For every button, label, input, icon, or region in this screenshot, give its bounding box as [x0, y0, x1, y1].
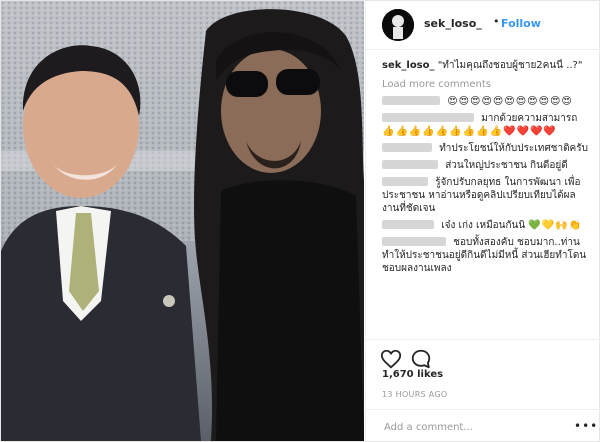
comment-item: ชอบทั้งสองคับ ชอบมาก..ท่านทำให้ประชาชนอย… — [382, 236, 588, 275]
comment-text: ทำประโยชน์ให้กับประเทศชาติครับ — [439, 143, 588, 154]
redacted-username — [382, 237, 446, 246]
post-header: sek_loso_ • Follow — [366, 1, 600, 50]
redacted-username — [382, 113, 474, 122]
load-more-comments-link[interactable]: Load more comments — [382, 78, 588, 91]
comment-item: มากด้วยความสามารถ 👍👍👍👍👍👍👍👍👍❤️❤️❤️❤️ — [382, 112, 588, 138]
comment-button[interactable] — [410, 348, 432, 370]
redacted-username — [382, 160, 438, 169]
comment-emoji: 💚💛🙌👏 — [528, 220, 583, 231]
caption-username[interactable]: sek_loso_ — [382, 60, 435, 71]
comment-item: ส่วนใหญ่ประชาชน กินดีอยู่ดี — [382, 159, 588, 172]
comment-emoji: 👍👍👍👍👍👍👍👍👍❤️❤️❤️❤️ — [382, 126, 557, 137]
comment-text: ส่วนใหญ่ประชาชน กินดีอยู่ดี — [445, 160, 568, 171]
comment-item: เจ๋ง เก่ง เหมือนกันนิ 💚💛🙌👏 — [382, 219, 588, 232]
comment-item: 😍😍😍😍😍😍😍😍😍😍😍 — [382, 95, 588, 108]
instagram-post: sek_loso_ • Follow sek_loso_ "ทำไมคุณถึง… — [0, 0, 600, 442]
redacted-username — [382, 96, 440, 105]
likes-count[interactable]: 1,670 likes — [382, 369, 443, 380]
comment-emoji: 😍😍😍😍😍😍😍😍😍😍😍 — [447, 96, 573, 107]
add-comment-bar: ••• — [366, 409, 600, 442]
like-button[interactable] — [380, 348, 402, 370]
heart-icon — [380, 349, 402, 369]
more-options-button[interactable]: ••• — [574, 419, 598, 433]
comments-list[interactable]: sek_loso_ "ทำไมคุณถึงชอบผู้ชาย2คนนี้ ..?… — [382, 59, 588, 339]
comment-item: รู้จักปรับกลยุทธ ในการพัฒนา เพื่อประชาชน… — [382, 176, 588, 215]
caption: sek_loso_ "ทำไมคุณถึงชอบผู้ชาย2คนนี้ ..?… — [382, 59, 588, 72]
separator-dot: • — [493, 15, 500, 28]
comment-item: ทำประโยชน์ให้กับประเทศชาติครับ — [382, 142, 588, 155]
post-sidebar: sek_loso_ • Follow sek_loso_ "ทำไมคุณถึง… — [365, 1, 600, 441]
redacted-username — [382, 177, 428, 186]
redacted-username — [382, 143, 432, 152]
comment-bubble-icon — [411, 349, 431, 369]
comment-text: เจ๋ง เก่ง เหมือนกันนิ — [441, 220, 526, 231]
post-photo-graphic — [1, 1, 364, 441]
redacted-username — [382, 220, 434, 229]
post-photo[interactable] — [1, 1, 364, 441]
avatar[interactable] — [382, 9, 414, 41]
post-timestamp[interactable]: 13 HOURS AGO — [382, 390, 448, 399]
follow-button[interactable]: Follow — [501, 17, 541, 30]
header-username[interactable]: sek_loso_ — [424, 17, 482, 30]
comment-text: มากด้วยความสามารถ — [481, 113, 578, 124]
add-comment-input[interactable] — [382, 418, 566, 436]
caption-text: "ทำไมคุณถึงชอบผู้ชาย2คนนี้ ..?" — [437, 60, 583, 71]
avatar-image — [382, 9, 414, 41]
